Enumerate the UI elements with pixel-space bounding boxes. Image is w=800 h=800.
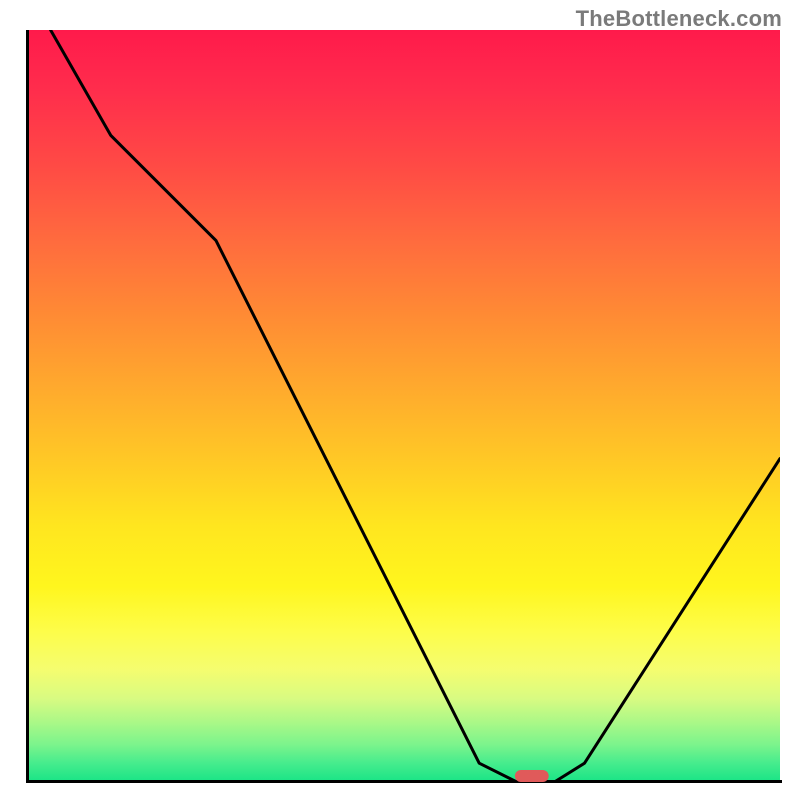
chart-container: TheBottleneck.com bbox=[0, 0, 800, 800]
x-axis-line bbox=[26, 780, 782, 783]
y-axis-line bbox=[26, 30, 29, 782]
watermark-text: TheBottleneck.com bbox=[576, 6, 782, 32]
plot-area bbox=[28, 30, 780, 782]
